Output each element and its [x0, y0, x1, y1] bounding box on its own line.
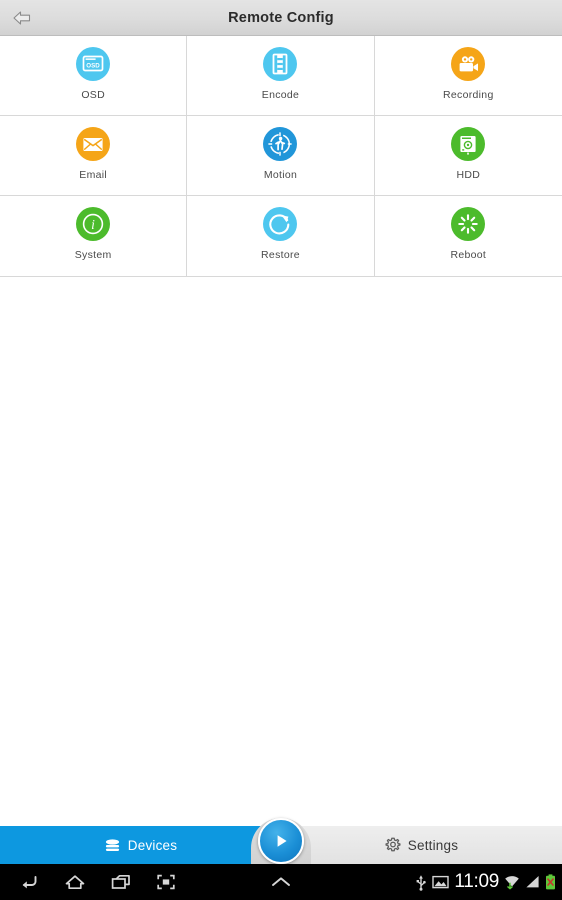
grid-item-restore[interactable]: Restore: [187, 196, 375, 276]
video-camera-icon: [451, 47, 486, 81]
status-tray: 11:09: [415, 871, 556, 893]
spinner-burst-icon: [451, 207, 486, 241]
grid-item-reboot[interactable]: Reboot: [374, 196, 562, 276]
android-screenshot-icon[interactable]: [156, 873, 176, 891]
app-header: Remote Config: [0, 0, 562, 36]
grid-item-osd[interactable]: OSD OSD: [0, 36, 188, 116]
grid-item-label: OSD: [81, 89, 105, 101]
devices-stack-icon: [104, 838, 121, 853]
hard-disk-icon: [451, 127, 486, 161]
osd-monitor-icon: OSD: [76, 47, 111, 81]
grid-item-label: Encode: [261, 89, 300, 101]
grid-item-label: Email: [79, 169, 108, 181]
grid-item-label: Restore: [261, 249, 300, 261]
play-icon: [271, 831, 291, 851]
grid-item-motion[interactable]: Motion: [187, 116, 375, 196]
android-expand-up-icon[interactable]: [268, 874, 294, 890]
info-circle-icon: i: [76, 207, 111, 241]
android-recents-icon[interactable]: [110, 873, 132, 891]
wifi-icon: [504, 874, 520, 890]
envelope-icon: [76, 127, 111, 161]
cellular-signal-icon: [525, 875, 540, 889]
grid-item-label: HDD: [456, 169, 481, 181]
grid-item-hdd[interactable]: HDD: [374, 116, 562, 196]
tab-devices-label: Devices: [127, 837, 178, 853]
back-arrow-icon: [11, 9, 33, 27]
svg-text:OSD: OSD: [86, 62, 100, 69]
android-back-icon[interactable]: [18, 873, 40, 891]
gear-icon: [385, 837, 401, 853]
remote-config-grid: OSD OSD Encode Recording Email Motion HD…: [0, 36, 562, 277]
motion-person-icon: [263, 127, 298, 161]
grid-item-label: System: [74, 249, 112, 261]
grid-item-recording[interactable]: Recording: [374, 36, 562, 116]
tab-settings-label: Settings: [407, 837, 459, 853]
android-nav-buttons: [0, 873, 176, 891]
grid-item-label: Reboot: [450, 249, 487, 261]
android-home-icon[interactable]: [64, 873, 86, 891]
page-title: Remote Config: [228, 9, 334, 26]
grid-item-label: Motion: [263, 169, 298, 181]
film-strip-icon: [263, 47, 298, 81]
grid-item-system[interactable]: i System: [0, 196, 188, 276]
grid-item-label: Recording: [443, 89, 494, 101]
play-button[interactable]: [258, 818, 304, 864]
grid-item-encode[interactable]: Encode: [187, 36, 375, 116]
android-system-bar: 11:09: [0, 864, 562, 900]
back-button[interactable]: [0, 0, 44, 36]
tab-devices[interactable]: Devices: [0, 826, 281, 864]
status-clock: 11:09: [454, 871, 499, 892]
usb-icon: [415, 874, 427, 891]
tab-settings[interactable]: Settings: [281, 826, 562, 864]
image-notification-icon: [432, 875, 450, 889]
grid-item-email[interactable]: Email: [0, 116, 188, 196]
svg-text:i: i: [91, 217, 95, 232]
refresh-arrow-icon: [263, 207, 298, 241]
battery-error-icon: [545, 874, 556, 890]
